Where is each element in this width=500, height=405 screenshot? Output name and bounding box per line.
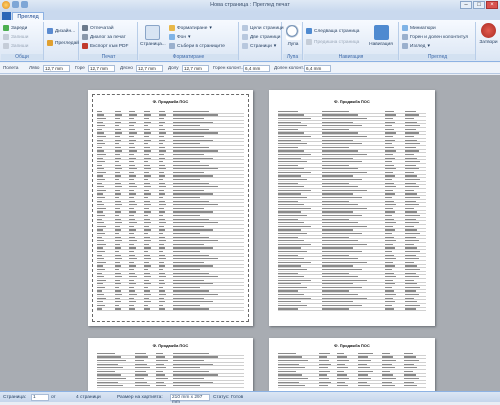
page-2[interactable]: Ф. Продажба ПОС — [269, 90, 435, 326]
right-margin-input[interactable]: 12,7 mm — [136, 65, 163, 72]
pages-dropdown[interactable]: Страници ▾ — [242, 42, 276, 50]
table-row — [278, 384, 426, 388]
margins-bar: Полета Ляво 12,7 mm Горе 12,7 mm Дясно 1… — [0, 63, 500, 74]
charge-button[interactable]: Зареди — [3, 24, 27, 32]
design-button[interactable]: Дизайн... — [47, 27, 75, 35]
table-row — [278, 308, 426, 312]
prev-page-icon — [306, 39, 312, 45]
view-dropdown[interactable]: Изглед ▾ — [402, 42, 430, 50]
close-window-button[interactable]: × — [486, 1, 498, 9]
thumbnails-icon — [402, 25, 408, 31]
header-footer-button[interactable]: Горен и долен колонтитул — [402, 33, 468, 41]
thumbnails-button[interactable]: Миниатюри — [402, 24, 436, 32]
group-zoom-pages: Цели страници Две страници Страници ▾ — [240, 22, 284, 60]
zoom-button[interactable]: Лупа — [281, 25, 305, 47]
group-design: Дизайн... Прегледай — [45, 22, 79, 60]
group-zoom: Лупа Лупа — [283, 22, 303, 60]
left-margin-input[interactable]: 12,7 mm — [43, 65, 70, 72]
ribbon: Зареди Запиши Запиши Общи Дизайн... Прег… — [0, 20, 500, 62]
group-print: Отпечатай Диалог за печат Експорт към PD… — [80, 22, 138, 60]
footer-margin-input[interactable]: 6,4 mm — [304, 65, 331, 72]
export-pdf-button[interactable]: Експорт към PDF — [82, 42, 128, 50]
formatting-dropdown[interactable]: Форматиране ▾ — [169, 24, 212, 32]
status-text: Готов — [231, 395, 244, 400]
minimize-button[interactable]: – — [460, 1, 472, 9]
title-bar: Нова страница : Преглед печат – □ × — [0, 0, 500, 11]
report-table — [97, 110, 244, 312]
design-icon — [47, 28, 53, 34]
next-page-icon — [306, 28, 312, 34]
whole-page-icon — [242, 25, 248, 31]
pages-icon — [242, 43, 248, 49]
page-4[interactable]: Ф. Продажба ПОС — [269, 338, 435, 391]
background-icon — [169, 34, 175, 40]
paper-size-value: 210 mm x 297 mm — [170, 394, 210, 405]
collect-pages-button[interactable]: Събери в страниците — [169, 42, 225, 50]
report-table — [278, 110, 426, 312]
chevron-down-icon: ▾ — [187, 34, 191, 40]
record-button[interactable]: Запиши — [3, 33, 28, 41]
group-formatting: Страница... Форматиране ▾ Фон ▾ Събери в с… — [139, 22, 239, 60]
background-dropdown[interactable]: Фон ▾ — [169, 33, 190, 41]
file-tab[interactable] — [2, 12, 11, 20]
whole-pages-button[interactable]: Цели страници — [242, 24, 284, 32]
chevron-down-icon: ▾ — [427, 43, 430, 49]
page-setup-button[interactable]: Страница... — [140, 25, 166, 47]
status-bar: Страница: 1 от 4 страници Размер на харт… — [0, 391, 500, 405]
magnifier-icon — [285, 25, 301, 40]
table-row — [97, 384, 244, 388]
table-row — [97, 308, 244, 312]
disk-icon — [3, 43, 9, 49]
chevron-down-icon: ▾ — [209, 25, 212, 31]
next-page-button[interactable]: Следваща страница — [306, 27, 359, 35]
preview-canvas[interactable]: Ф. Продажба ПОС Ф. Продажба ПОС Ф. Прода… — [0, 75, 500, 391]
navigation-icon — [373, 25, 389, 40]
page-count: 4 страници — [76, 395, 101, 400]
close-icon — [481, 23, 496, 38]
record-icon — [3, 34, 9, 40]
preview-icon — [47, 40, 53, 46]
two-pages-icon — [242, 34, 248, 40]
report-table — [97, 352, 244, 388]
pdf-icon — [82, 43, 88, 49]
header-footer-icon — [402, 34, 408, 40]
previous-page-button[interactable]: Предишна страница — [306, 38, 359, 46]
printer-icon — [82, 25, 88, 31]
group-navigation: Следваща страница Предишна страница Нави… — [304, 22, 399, 60]
preview-button[interactable]: Прегледай — [47, 39, 79, 47]
save-button[interactable]: Запиши — [3, 42, 28, 50]
group-view: Миниатюри Горен и долен колонтитул Изгле… — [400, 22, 476, 60]
window-title: Нова страница : Преглед печат — [210, 2, 290, 8]
page-icon — [144, 25, 160, 40]
print-button[interactable]: Отпечатай — [82, 24, 114, 32]
page-number-input[interactable]: 1 — [31, 394, 49, 401]
view-icon — [402, 43, 408, 49]
print-dialog-icon — [82, 34, 88, 40]
report-table — [278, 352, 426, 388]
header-margin-input[interactable]: 6,4 mm — [243, 65, 270, 72]
top-margin-input[interactable]: 12,7 mm — [88, 65, 115, 72]
two-pages-button[interactable]: Две страници — [242, 33, 280, 41]
format-icon — [169, 25, 175, 31]
maximize-button[interactable]: □ — [473, 1, 485, 9]
page-1[interactable]: Ф. Продажба ПОС — [88, 90, 253, 326]
bottom-margin-input[interactable]: 12,7 mm — [182, 65, 209, 72]
group-common: Зареди Запиши Запиши Общи — [1, 22, 44, 60]
page-3[interactable]: Ф. Продажба ПОС — [88, 338, 253, 391]
close-preview-button[interactable]: Затвори — [477, 23, 500, 45]
chevron-down-icon: ▾ — [273, 43, 277, 49]
navigation-button[interactable]: Навигация — [366, 25, 396, 47]
load-icon — [3, 25, 9, 31]
print-dialog-button[interactable]: Диалог за печат — [82, 33, 126, 41]
collect-icon — [169, 43, 175, 49]
